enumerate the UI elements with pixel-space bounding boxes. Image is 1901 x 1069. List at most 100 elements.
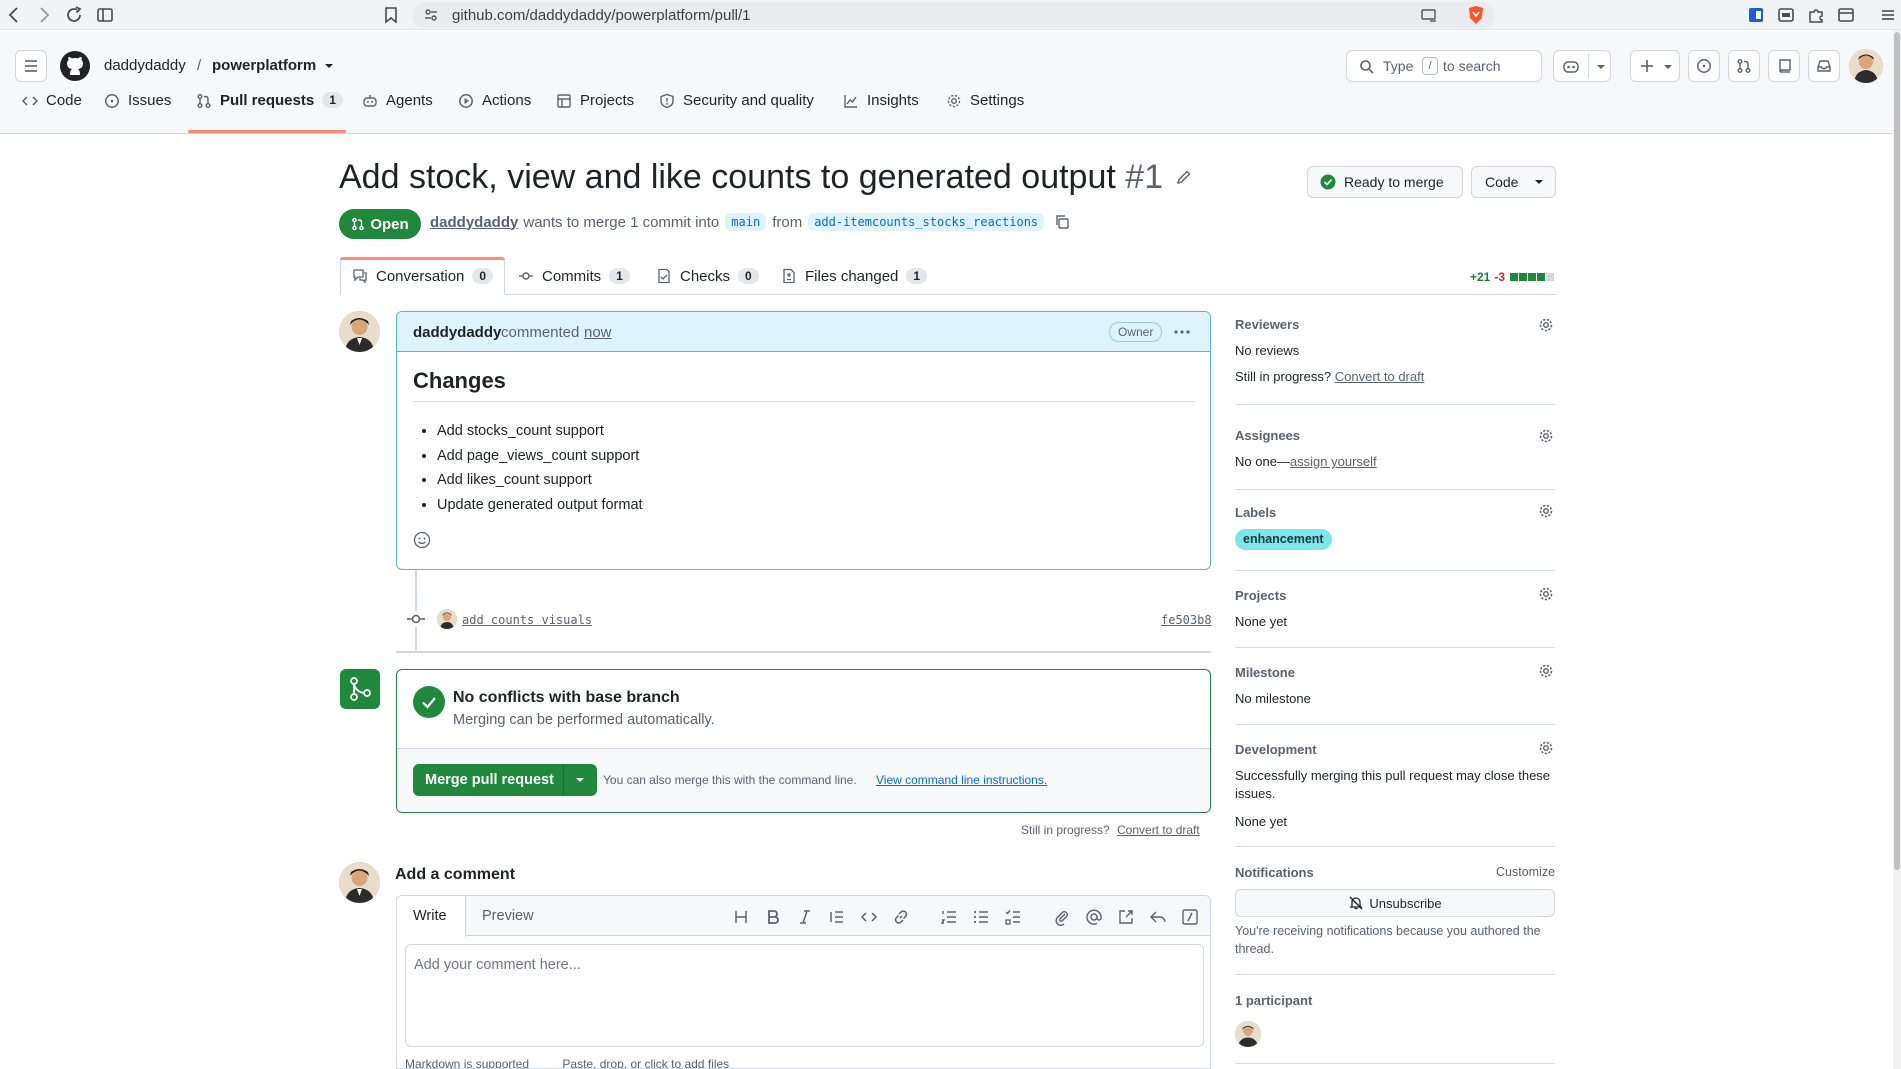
nav-pull-requests-count: 1 — [322, 92, 343, 108]
repositories-button[interactable] — [1768, 50, 1800, 82]
edit-pencil-icon[interactable] — [1176, 169, 1192, 185]
participant-avatar[interactable] — [1235, 1021, 1261, 1047]
wallet-icon[interactable] — [1776, 5, 1796, 25]
reply-icon[interactable] — [1149, 908, 1167, 926]
heading-icon[interactable] — [732, 908, 750, 926]
pull-requests-button[interactable] — [1728, 50, 1760, 82]
git-pull-request-icon — [352, 217, 365, 231]
gear-icon[interactable] — [1538, 317, 1554, 333]
tab-conversation[interactable]: Conversation 0 — [352, 258, 494, 294]
commit-author-avatar[interactable] — [437, 609, 457, 629]
current-user-avatar — [339, 862, 380, 903]
customize-link[interactable]: Customize — [1496, 865, 1555, 879]
markdown-supported[interactable]: Markdown is supported — [405, 1057, 529, 1068]
comment-time[interactable]: now — [584, 324, 612, 341]
issues-button[interactable] — [1688, 50, 1720, 82]
comment-author-avatar[interactable] — [339, 311, 380, 352]
head-branch[interactable]: add-itemcounts_stocks_reactions — [808, 213, 1045, 231]
code-icon[interactable] — [860, 908, 878, 926]
nav-actions[interactable]: Actions — [458, 92, 531, 130]
commit-message-link[interactable]: add counts visuals — [462, 613, 592, 627]
nav-pull-requests[interactable]: Pull requests 1 — [196, 92, 343, 130]
kebab-horizontal-icon[interactable] — [1173, 324, 1191, 340]
nav-projects[interactable]: Projects — [556, 92, 634, 130]
nav-issues[interactable]: Issues — [104, 92, 171, 130]
merge-pull-request-button[interactable]: Merge pull request — [413, 764, 597, 796]
convert-to-draft-link[interactable]: Convert to draft — [1117, 823, 1200, 837]
code-dropdown-button[interactable]: Code — [1471, 166, 1556, 198]
add-files[interactable]: Paste, drop, or click to add files — [562, 1057, 729, 1068]
label-enhancement[interactable]: enhancement — [1235, 529, 1332, 550]
sidebar-divider — [1235, 489, 1555, 490]
draft-question: Still in progress? — [1021, 823, 1110, 837]
tab-commits[interactable]: Commits 1 — [518, 258, 630, 294]
gear-icon[interactable] — [1538, 428, 1554, 444]
inbox-button[interactable] — [1808, 50, 1840, 82]
github-logo-icon[interactable] — [59, 50, 91, 82]
gear-icon[interactable] — [1538, 740, 1554, 756]
forward-icon[interactable] — [34, 5, 54, 25]
nav-security[interactable]: Security and quality — [659, 92, 814, 130]
paperclip-icon[interactable] — [1053, 908, 1071, 926]
reviewers-draft-link[interactable]: Convert to draft — [1335, 369, 1425, 384]
smiley-icon[interactable] — [413, 531, 431, 549]
diff-stat: +21 -3 — [1470, 270, 1555, 284]
back-icon[interactable] — [4, 5, 24, 25]
mention-icon[interactable] — [1085, 908, 1103, 926]
chevron-down-icon[interactable] — [324, 62, 334, 70]
triangle-down-icon[interactable] — [575, 776, 585, 784]
copilot-button[interactable] — [1553, 50, 1611, 82]
gear-icon[interactable] — [1538, 503, 1554, 519]
create-new-button[interactable] — [1630, 50, 1680, 82]
comment-author[interactable]: daddydaddy — [413, 324, 501, 341]
link-icon[interactable] — [892, 908, 910, 926]
tab-write[interactable]: Write — [397, 896, 466, 937]
comment-textarea[interactable]: Add your comment here... — [405, 944, 1204, 1047]
quote-icon[interactable] — [828, 908, 846, 926]
reload-icon[interactable] — [64, 5, 84, 25]
bookmark-icon[interactable] — [381, 5, 401, 25]
repo-owner-link[interactable]: daddydaddy — [104, 57, 186, 74]
copy-icon[interactable] — [1054, 214, 1070, 230]
scrollbar-thumb[interactable] — [1894, 32, 1900, 870]
site-settings-icon[interactable] — [423, 7, 439, 23]
extension-icon[interactable] — [1746, 5, 1766, 25]
user-avatar[interactable] — [1849, 49, 1883, 83]
commit-sha-link[interactable]: fe503b8 — [1161, 613, 1212, 627]
gear-icon[interactable] — [1538, 663, 1554, 679]
assign-yourself-link[interactable]: assign yourself — [1290, 454, 1377, 469]
cast-icon[interactable] — [1420, 7, 1438, 23]
address-bar[interactable]: github.com/daddydaddy/powerplatform/pull… — [412, 2, 1495, 28]
nav-settings[interactable]: Settings — [946, 92, 1024, 130]
bold-icon[interactable] — [764, 908, 782, 926]
italic-icon[interactable] — [796, 908, 814, 926]
slash-command-icon[interactable] — [1181, 908, 1199, 926]
nav-insights[interactable]: Insights — [843, 92, 919, 130]
tab-files-changed[interactable]: Files changed 1 — [781, 258, 928, 294]
tab-files-changed-count: 1 — [906, 268, 928, 284]
brave-shield-icon[interactable] — [1467, 5, 1485, 25]
task-list-icon[interactable] — [1004, 908, 1022, 926]
unsubscribe-button[interactable]: Unsubscribe — [1235, 889, 1555, 917]
repo-name-link[interactable]: powerplatform — [212, 57, 316, 74]
command-line-link[interactable]: View command line instructions. — [876, 773, 1047, 787]
hamburger-button[interactable] — [15, 50, 47, 82]
puzzle-icon[interactable] — [1806, 5, 1826, 25]
media-icon[interactable] — [1836, 5, 1856, 25]
sidebar-toggle-icon[interactable] — [95, 5, 115, 25]
menu-icon[interactable] — [1878, 5, 1898, 25]
tab-preview[interactable]: Preview — [482, 908, 534, 924]
unordered-list-icon[interactable] — [972, 908, 990, 926]
base-branch[interactable]: main — [725, 213, 767, 231]
gear-icon[interactable] — [1538, 586, 1554, 602]
ordered-list-icon[interactable] — [940, 908, 958, 926]
search-input[interactable]: Type / to search — [1346, 50, 1542, 82]
ready-to-merge-button[interactable]: Ready to merge — [1307, 166, 1463, 198]
heading-divider — [413, 401, 1195, 402]
tab-checks[interactable]: Checks 0 — [656, 258, 759, 294]
reviewers-title: Reviewers — [1235, 317, 1300, 332]
pr-author-link[interactable]: daddydaddy — [430, 214, 518, 231]
nav-agents[interactable]: Agents — [362, 92, 433, 130]
cross-reference-icon[interactable] — [1117, 908, 1135, 926]
nav-code[interactable]: Code — [22, 92, 82, 130]
